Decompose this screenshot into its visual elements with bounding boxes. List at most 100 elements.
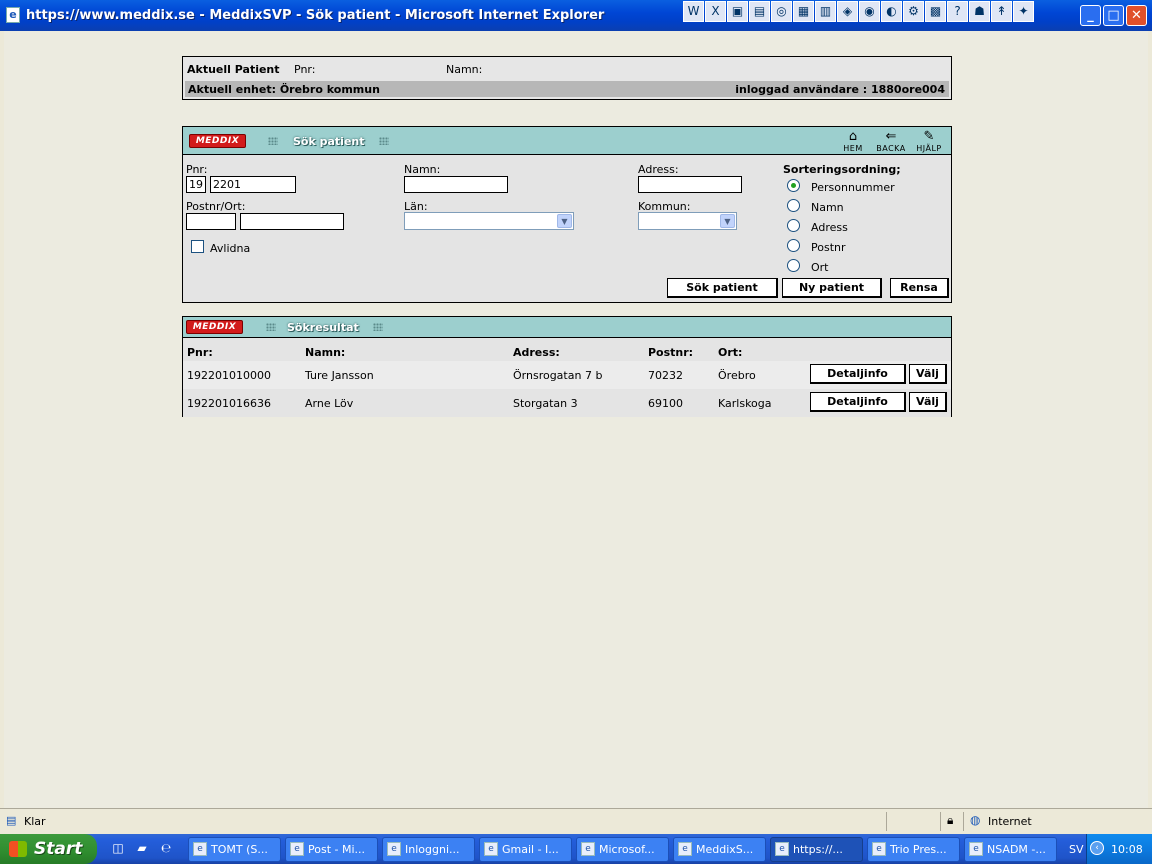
lan-select[interactable]: ▼ — [404, 212, 574, 230]
folder-icon[interactable]: ▰ — [134, 841, 150, 857]
cell-ort: Örebro — [718, 369, 756, 382]
home-button[interactable]: ⌂ HEM — [837, 129, 869, 154]
cell-adress: Storgatan 3 — [513, 397, 578, 410]
chevron-down-icon[interactable]: ▼ — [720, 214, 735, 228]
app-icon: e — [678, 842, 692, 856]
toolbar-app-icon[interactable]: ▩ — [925, 1, 946, 22]
search-panel-title: Sök patient — [293, 135, 365, 148]
sort-option-label: Adress — [811, 221, 848, 234]
ie-icon[interactable]: ℮ — [158, 841, 174, 857]
taskbar-task-label: TOMT (S... — [211, 843, 268, 856]
select-button[interactable]: Välj — [909, 364, 947, 384]
toolbar-app-icon[interactable]: ◎ — [771, 1, 792, 22]
avlidna-checkbox[interactable] — [191, 240, 204, 253]
column-header-ort: Ort: — [718, 346, 743, 359]
window-title-bar[interactable]: e https://www.meddix.se - MeddixSVP - Sö… — [0, 0, 1152, 31]
cell-namn: Ture Jansson — [305, 369, 374, 382]
taskbar-task-button[interactable]: e TOMT (S... — [188, 837, 281, 862]
toolbar-app-icon[interactable]: W — [683, 1, 704, 22]
sort-order-label: Sorteringsordning; — [783, 163, 901, 176]
ort-input[interactable] — [240, 213, 344, 230]
adress-label: Adress: — [638, 163, 679, 176]
namn-input[interactable] — [404, 176, 508, 193]
toolbar-app-icon[interactable]: ◈ — [837, 1, 858, 22]
toolbar-app-icon[interactable]: ⚙ — [903, 1, 924, 22]
taskbar-task-button[interactable]: e Trio Pres... — [867, 837, 960, 862]
taskbar-task-button[interactable]: e Microsof... — [576, 837, 669, 862]
cell-adress: Örnsrogatan 7 b — [513, 369, 603, 382]
search-patient-button[interactable]: Sök patient — [667, 278, 778, 298]
toolbar-app-icon[interactable]: ✦ — [1013, 1, 1034, 22]
chevron-down-icon[interactable]: ▼ — [557, 214, 572, 228]
pnr-input[interactable]: 2201 — [210, 176, 296, 193]
desktop-icon[interactable]: ◫ — [110, 841, 126, 857]
toolbar-app-icon[interactable]: ☗ — [969, 1, 990, 22]
close-button[interactable]: ✕ — [1126, 5, 1147, 26]
toolbar-app-icon[interactable]: ▤ — [749, 1, 770, 22]
sort-radio-ort[interactable] — [787, 259, 800, 272]
taskbar-task-label: MeddixS... — [696, 843, 754, 856]
minimize-button[interactable]: _ — [1080, 5, 1101, 26]
toolbar-app-icon[interactable]: ▣ — [727, 1, 748, 22]
toolbar-app-icon[interactable]: ↟ — [991, 1, 1012, 22]
toolbar-app-icon[interactable]: ? — [947, 1, 968, 22]
page-content: Aktuell Patient Pnr: Namn: Aktuell enhet… — [4, 31, 1148, 808]
start-label: Start — [34, 839, 83, 859]
toolbar-app-icon[interactable]: ▥ — [815, 1, 836, 22]
app-icon: e — [193, 842, 207, 856]
current-patient-panel: Aktuell Patient Pnr: Namn: Aktuell enhet… — [182, 56, 952, 100]
taskbar-task-label: Microsof... — [599, 843, 655, 856]
adress-input[interactable] — [638, 176, 742, 193]
taskbar-task-button[interactable]: e Gmail - I... — [479, 837, 572, 862]
pnr-century-input[interactable]: 19 — [186, 176, 206, 193]
taskbar-task-button[interactable]: e NSADM -... — [964, 837, 1057, 862]
app-icon: e — [775, 842, 789, 856]
taskbar-task-button[interactable]: e https://... — [770, 837, 863, 862]
toolbar-app-icon[interactable]: ◉ — [859, 1, 880, 22]
sort-radio-namn[interactable] — [787, 199, 800, 212]
status-bar: ▤ Klar 🔒︎ ◍ Internet — [0, 808, 1152, 834]
sort-radio-postnr[interactable] — [787, 239, 800, 252]
cell-postnr: 69100 — [648, 397, 683, 410]
sort-radio-personnummer[interactable] — [787, 179, 800, 192]
sort-option-label: Ort — [811, 261, 829, 274]
postnr-input[interactable] — [186, 213, 236, 230]
sort-option-label: Postnr — [811, 241, 846, 254]
patient-name-label: Namn: — [446, 63, 483, 76]
quicklaunch-toolbar: W X ▣ ▤ ◎ ▦ ▥ ◈ ◉ ◐ ⚙ ▩? ☗ ↟ ✦ — [683, 1, 1034, 22]
toolbar-app-icon[interactable]: ◐ — [881, 1, 902, 22]
toolbar-app-icon[interactable]: ▦ — [793, 1, 814, 22]
kommun-select[interactable]: ▼ — [638, 212, 737, 230]
home-icon: ⌂ — [848, 129, 858, 144]
taskbar-task-label: Gmail - I... — [502, 843, 559, 856]
new-patient-button[interactable]: Ny patient — [782, 278, 882, 298]
select-button[interactable]: Välj — [909, 392, 947, 412]
search-panel-header: MEDDIX Sök patient ⌂ HEM ⇐ BACKA ✎ HJÄLP — [183, 127, 951, 155]
app-icon: e — [969, 842, 983, 856]
cell-namn: Arne Löv — [305, 397, 354, 410]
detail-info-button[interactable]: Detaljinfo — [810, 392, 906, 412]
sort-radio-adress[interactable] — [787, 219, 800, 232]
detail-info-button[interactable]: Detaljinfo — [810, 364, 906, 384]
help-button[interactable]: ✎ HJÄLP — [913, 130, 945, 154]
dots-icon — [268, 137, 278, 145]
sort-option-label: Namn — [811, 201, 844, 214]
taskbar-task-button[interactable]: e MeddixS... — [673, 837, 766, 862]
taskbar-task-label: https://... — [793, 843, 843, 856]
language-indicator[interactable]: SV — [1069, 843, 1084, 856]
taskbar-task-button[interactable]: e Post - Mi... — [285, 837, 378, 862]
start-button[interactable]: Start — [0, 834, 97, 864]
ie-icon: e — [6, 7, 20, 23]
cell-postnr: 70232 — [648, 369, 683, 382]
cell-pnr: 192201010000 — [187, 369, 271, 382]
taskbar-task-button[interactable]: e Inloggni... — [382, 837, 475, 862]
windows-logo-icon — [9, 841, 27, 857]
dots-icon — [266, 323, 276, 331]
back-button[interactable]: ⇐ BACKA — [875, 130, 907, 154]
clear-button[interactable]: Rensa — [890, 278, 949, 298]
app-icon: e — [387, 842, 401, 856]
chevron-left-icon[interactable]: ‹ — [1090, 841, 1104, 855]
maximize-button[interactable]: □ — [1103, 5, 1124, 26]
current-patient-label: Aktuell Patient — [187, 63, 280, 76]
toolbar-app-icon[interactable]: X — [705, 1, 726, 22]
